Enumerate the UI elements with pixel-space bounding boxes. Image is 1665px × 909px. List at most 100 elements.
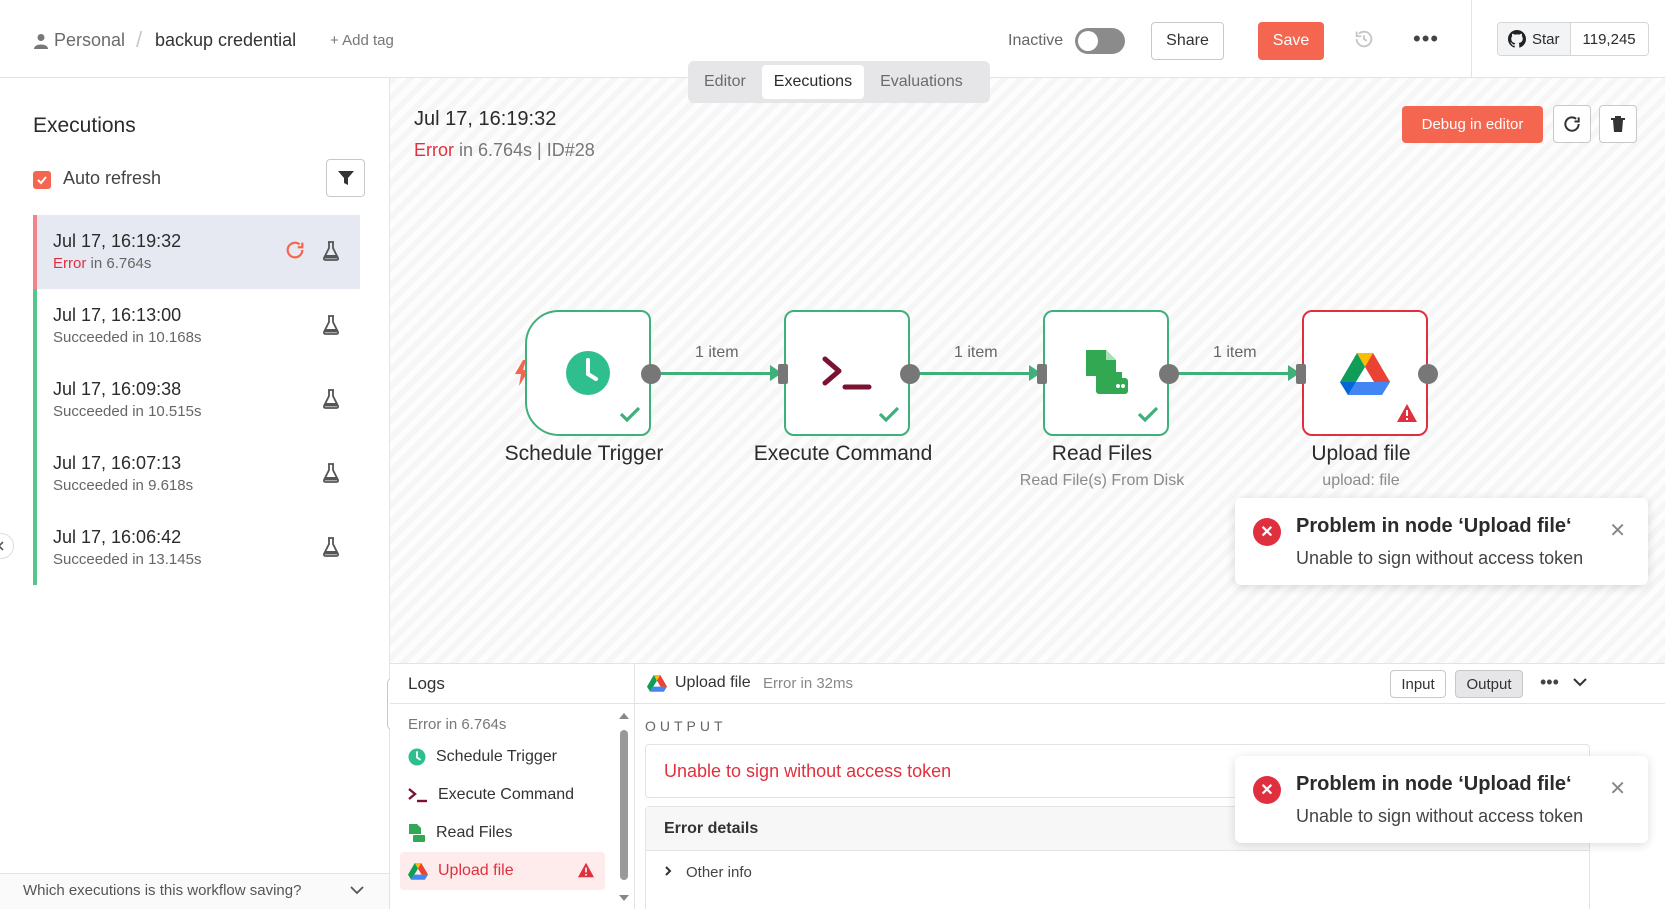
breadcrumb-owner[interactable]: Personal [34, 30, 125, 51]
edge-label: 1 item [954, 344, 998, 361]
connection-edge[interactable] [1170, 372, 1292, 375]
output-toggle[interactable]: Output [1455, 670, 1523, 698]
flask-icon[interactable] [322, 389, 340, 409]
execution-time: Jul 17, 16:07:13 [53, 453, 182, 473]
logs-scrollbar[interactable] [618, 708, 629, 908]
connection-edge[interactable] [652, 372, 774, 375]
terminal-icon [408, 788, 427, 803]
execution-item[interactable]: Jul 17, 16:06:42 Succeeded in 13.145s [33, 511, 360, 585]
reload-button[interactable] [1553, 105, 1591, 143]
execution-duration: in 6.764s [86, 255, 152, 272]
chevron-left-icon [0, 541, 4, 551]
google-drive-icon [647, 674, 667, 697]
node-label: Upload file [1311, 442, 1411, 465]
filter-button[interactable] [326, 159, 365, 197]
node-label: Execute Command [753, 442, 933, 465]
scrollbar-thumb[interactable] [620, 730, 628, 880]
save-button[interactable]: Save [1258, 22, 1324, 60]
log-item-upload-file[interactable]: Upload file [400, 852, 605, 890]
selected-node-status: Error in 32ms [763, 675, 854, 692]
tab-evaluations[interactable]: Evaluations [868, 65, 975, 99]
breadcrumb-owner-label: Personal [54, 30, 126, 50]
output-port[interactable] [1159, 364, 1179, 384]
logs-title: Logs [408, 674, 445, 693]
flask-icon[interactable] [322, 241, 340, 261]
flask-icon[interactable] [322, 463, 340, 483]
node-label: Schedule Trigger [504, 442, 664, 465]
execution-status: Succeeded in 10.168s [53, 329, 202, 346]
tab-executions[interactable]: Executions [761, 65, 865, 99]
error-circle-icon: ✕ [1253, 518, 1281, 546]
output-port[interactable] [641, 364, 661, 384]
github-star-button[interactable]: Star [1498, 23, 1571, 55]
app-root: Personal / backup credential + Add tag I… [0, 0, 1665, 909]
breadcrumb-separator: / [136, 27, 143, 52]
auto-refresh-label[interactable]: Auto refresh [63, 168, 161, 189]
log-item-label: Upload file [438, 862, 514, 879]
node-label: Read Files [1051, 442, 1153, 465]
error-toast: ✕ Problem in node ‘Upload file‘ Unable t… [1235, 498, 1648, 585]
node-execute-command[interactable] [778, 310, 920, 436]
execution-time: Jul 17, 16:19:32 [53, 231, 182, 251]
debug-in-editor-button[interactable]: Debug in editor [1402, 106, 1543, 143]
input-toggle[interactable]: Input [1390, 670, 1446, 698]
share-button[interactable]: Share [1151, 22, 1224, 60]
node-upload-file[interactable] [1296, 310, 1438, 436]
output-port[interactable] [1418, 364, 1438, 384]
delete-button[interactable] [1599, 105, 1637, 143]
output-port[interactable] [900, 364, 920, 384]
flask-icon[interactable] [322, 537, 340, 557]
log-item-read-files[interactable]: Read Files [400, 814, 605, 852]
execution-item-error[interactable]: Jul 17, 16:19:32 Error in 6.764s [33, 215, 360, 289]
clock-icon [408, 748, 426, 766]
auto-refresh-checkbox[interactable] [33, 171, 51, 189]
history-icon[interactable] [1353, 28, 1377, 52]
add-tag-button[interactable]: + Add tag [330, 32, 394, 49]
execution-time: Jul 17, 16:13:00 [53, 305, 182, 325]
execution-item[interactable]: Jul 17, 16:07:13 Succeeded in 9.618s [33, 437, 360, 511]
selected-node-name: Upload file [675, 674, 751, 691]
collapse-sidebar-button[interactable] [0, 533, 14, 559]
other-info-label: Other info [686, 864, 752, 881]
more-options-button[interactable]: ••• [1413, 26, 1439, 52]
github-star-widget[interactable]: Star 119,245 [1497, 22, 1649, 56]
node-read-files[interactable] [1037, 310, 1179, 436]
execution-error-label: Error [53, 255, 87, 272]
more-options-button[interactable]: ••• [1540, 672, 1559, 693]
chevron-right-icon [664, 864, 672, 881]
close-icon[interactable]: ✕ [1609, 776, 1626, 801]
workflow-name[interactable]: backup credential [155, 30, 296, 51]
execution-item[interactable]: Jul 17, 16:09:38 Succeeded in 10.515s [33, 363, 360, 437]
execution-status: Succeeded in 9.618s [53, 477, 194, 494]
reload-icon [1564, 116, 1580, 132]
logs-summary: Error in 6.764s [408, 716, 507, 733]
execution-item[interactable]: Jul 17, 16:13:00 Succeeded in 10.168s [33, 289, 360, 363]
logs-tree: Logs Error in 6.764s Schedule Trigger Ex… [390, 664, 635, 909]
saving-settings-question: Which executions is this workflow saving… [23, 882, 302, 899]
log-item-schedule-trigger[interactable]: Schedule Trigger [400, 738, 605, 776]
run-time: Jul 17, 16:19:32 [414, 108, 557, 130]
close-icon[interactable]: ✕ [1609, 518, 1626, 543]
google-drive-icon [408, 863, 428, 880]
active-toggle[interactable] [1075, 28, 1125, 54]
connection-edge[interactable] [911, 372, 1033, 375]
tab-editor[interactable]: Editor [692, 65, 758, 99]
error-toast: ✕ Problem in node ‘Upload file‘ Unable t… [1235, 756, 1648, 843]
run-status: Error in 6.764s | ID#28 [414, 140, 595, 161]
flask-icon[interactable] [322, 315, 340, 335]
github-icon [1508, 30, 1526, 48]
retry-icon[interactable] [284, 239, 306, 261]
view-tabs: Editor Executions Evaluations [688, 61, 990, 103]
log-item-execute-command[interactable]: Execute Command [400, 776, 605, 814]
other-info-toggle[interactable]: Other info [664, 864, 752, 881]
node-schedule-trigger[interactable] [525, 310, 661, 436]
success-check-icon [878, 405, 900, 428]
edge-label: 1 item [1213, 344, 1257, 361]
saving-settings-footer[interactable]: Which executions is this workflow saving… [0, 873, 389, 909]
chevron-down-icon[interactable] [350, 882, 364, 898]
scroll-down-icon [619, 895, 629, 901]
success-check-icon [619, 405, 641, 428]
chevron-down-icon[interactable] [1573, 674, 1587, 690]
toast-title: Problem in node ‘Upload file‘ [1296, 515, 1572, 537]
file-disk-icon [409, 824, 425, 842]
